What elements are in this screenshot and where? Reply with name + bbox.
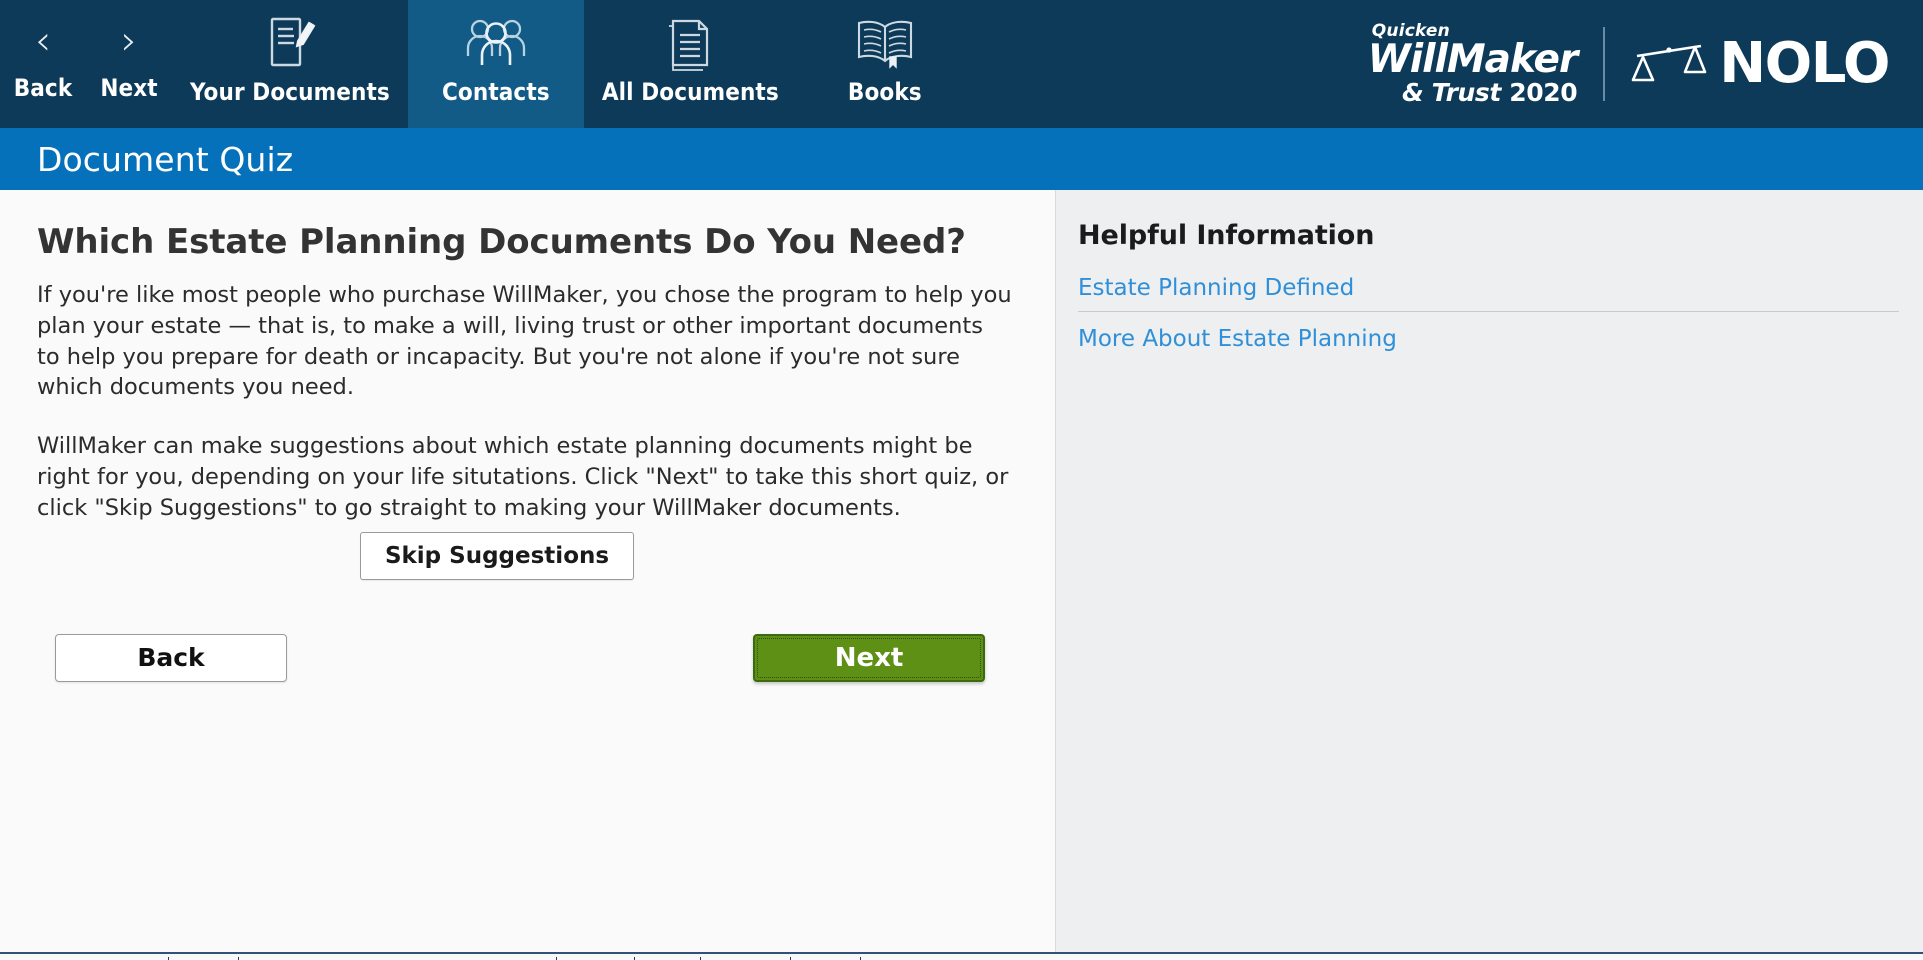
toolbar-item-all-documents[interactable]: All Documents bbox=[584, 0, 797, 128]
stacked-documents-icon bbox=[663, 14, 717, 72]
willmaker-logo: Quicken WillMaker & Trust 2020 bbox=[1368, 23, 1577, 104]
sidebar-link-estate-planning-defined[interactable]: Estate Planning Defined bbox=[1078, 273, 1899, 311]
nolo-logo: NOLO bbox=[1631, 36, 1889, 92]
skip-suggestions-button[interactable]: Skip Suggestions bbox=[360, 532, 634, 580]
sidebar-separator bbox=[1078, 311, 1899, 312]
os-taskbar-strip[interactable] bbox=[0, 952, 1923, 958]
toolbar-item-contacts[interactable]: Contacts bbox=[408, 0, 584, 128]
toolbar-nav-group: ‹ Back › Next bbox=[0, 0, 973, 128]
willmaker-wordmark: WillMaker bbox=[1368, 41, 1577, 78]
page-heading: Which Estate Planning Documents Do You N… bbox=[37, 222, 1015, 262]
toolbar-label-all-documents: All Documents bbox=[602, 78, 779, 106]
app-window: ‹ Back › Next bbox=[0, 0, 1923, 958]
open-book-icon bbox=[854, 14, 916, 72]
next-button[interactable]: Next bbox=[753, 634, 985, 682]
main-content-pane: Which Estate Planning Documents Do You N… bbox=[0, 190, 1055, 952]
chevron-left-icon: ‹ bbox=[35, 14, 51, 68]
intro-paragraph-2: WillMaker can make suggestions about whi… bbox=[37, 431, 1012, 523]
main-toolbar: ‹ Back › Next bbox=[0, 0, 1923, 128]
people-group-icon bbox=[465, 14, 527, 72]
year-text: 2020 bbox=[1509, 78, 1577, 107]
toolbar-label-books: Books bbox=[848, 78, 922, 106]
nolo-wordmark: NOLO bbox=[1719, 36, 1889, 92]
toolbar-label-contacts: Contacts bbox=[442, 78, 550, 106]
document-pencil-icon bbox=[261, 14, 319, 72]
toolbar-back-label: Back bbox=[14, 74, 73, 102]
trust-year-wordmark: & Trust 2020 bbox=[1402, 80, 1577, 105]
toolbar-back-button[interactable]: ‹ Back bbox=[0, 0, 86, 128]
page-title: Document Quiz bbox=[0, 140, 293, 179]
skip-button-row: Skip Suggestions bbox=[37, 532, 957, 580]
toolbar-next-label: Next bbox=[100, 74, 157, 102]
brand-divider bbox=[1603, 27, 1605, 101]
helpful-information-sidebar: Helpful Information Estate Planning Defi… bbox=[1056, 190, 1923, 952]
chevron-right-icon: › bbox=[121, 14, 137, 68]
toolbar-next-button[interactable]: › Next bbox=[86, 0, 172, 128]
toolbar-item-books[interactable]: Books bbox=[797, 0, 973, 128]
toolbar-label-your-documents: Your Documents bbox=[190, 78, 390, 106]
back-button[interactable]: Back bbox=[55, 634, 287, 682]
balance-scales-icon bbox=[1631, 36, 1707, 92]
intro-paragraph-1: If you're like most people who purchase … bbox=[37, 280, 1012, 403]
brand-lockup: Quicken WillMaker & Trust 2020 bbox=[1368, 0, 1923, 128]
sidebar-title: Helpful Information bbox=[1078, 220, 1899, 251]
toolbar-item-your-documents[interactable]: Your Documents bbox=[172, 0, 408, 128]
toolbar-spacer bbox=[973, 0, 1368, 128]
page-titlebar: Document Quiz bbox=[0, 128, 1923, 190]
sidebar-link-more-about-estate-planning[interactable]: More About Estate Planning bbox=[1078, 324, 1899, 362]
navigation-button-row: Back Next bbox=[37, 634, 1015, 682]
trust-text: & Trust bbox=[1402, 78, 1501, 107]
